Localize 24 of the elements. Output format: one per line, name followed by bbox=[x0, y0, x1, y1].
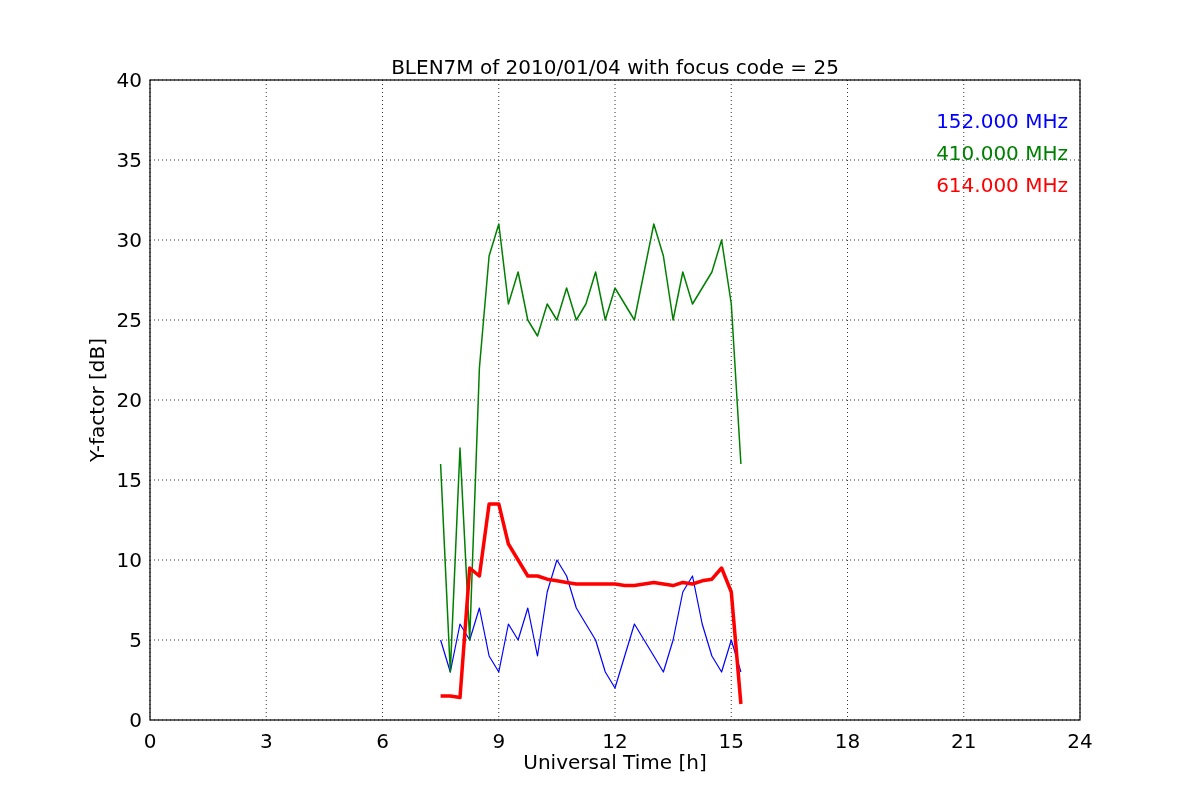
x-tick-label: 15 bbox=[718, 729, 744, 753]
y-tick-label: 10 bbox=[116, 548, 142, 572]
x-tick-label: 18 bbox=[834, 729, 861, 753]
y-tick-label: 5 bbox=[129, 628, 142, 652]
x-tick-label: 21 bbox=[951, 729, 977, 753]
legend-label: 410.000 MHz bbox=[936, 141, 1068, 165]
y-tick-label: 15 bbox=[116, 468, 142, 492]
x-axis-label: Universal Time [h] bbox=[523, 750, 707, 774]
x-tick-label: 0 bbox=[143, 729, 157, 753]
x-tick-label: 12 bbox=[602, 729, 628, 753]
chart-title: BLEN7M of 2010/01/04 with focus code = 25 bbox=[391, 55, 839, 79]
legend-label: 152.000 MHz bbox=[936, 109, 1068, 133]
x-tick-label: 24 bbox=[1067, 729, 1093, 753]
x-tick-label: 3 bbox=[259, 729, 273, 753]
y-tick-label: 35 bbox=[116, 148, 142, 172]
y-tick-label: 25 bbox=[116, 308, 142, 332]
y-axis-label: Y-factor [dB] bbox=[85, 338, 109, 462]
y-tick-label: 40 bbox=[116, 68, 142, 92]
legend-label: 614.000 MHz bbox=[936, 173, 1068, 197]
x-tick-label: 6 bbox=[376, 729, 389, 753]
x-tick-label: 9 bbox=[492, 729, 506, 753]
y-tick-label: 20 bbox=[116, 388, 142, 412]
y-tick-label: 30 bbox=[116, 228, 142, 252]
y-tick-label: 0 bbox=[129, 708, 142, 732]
